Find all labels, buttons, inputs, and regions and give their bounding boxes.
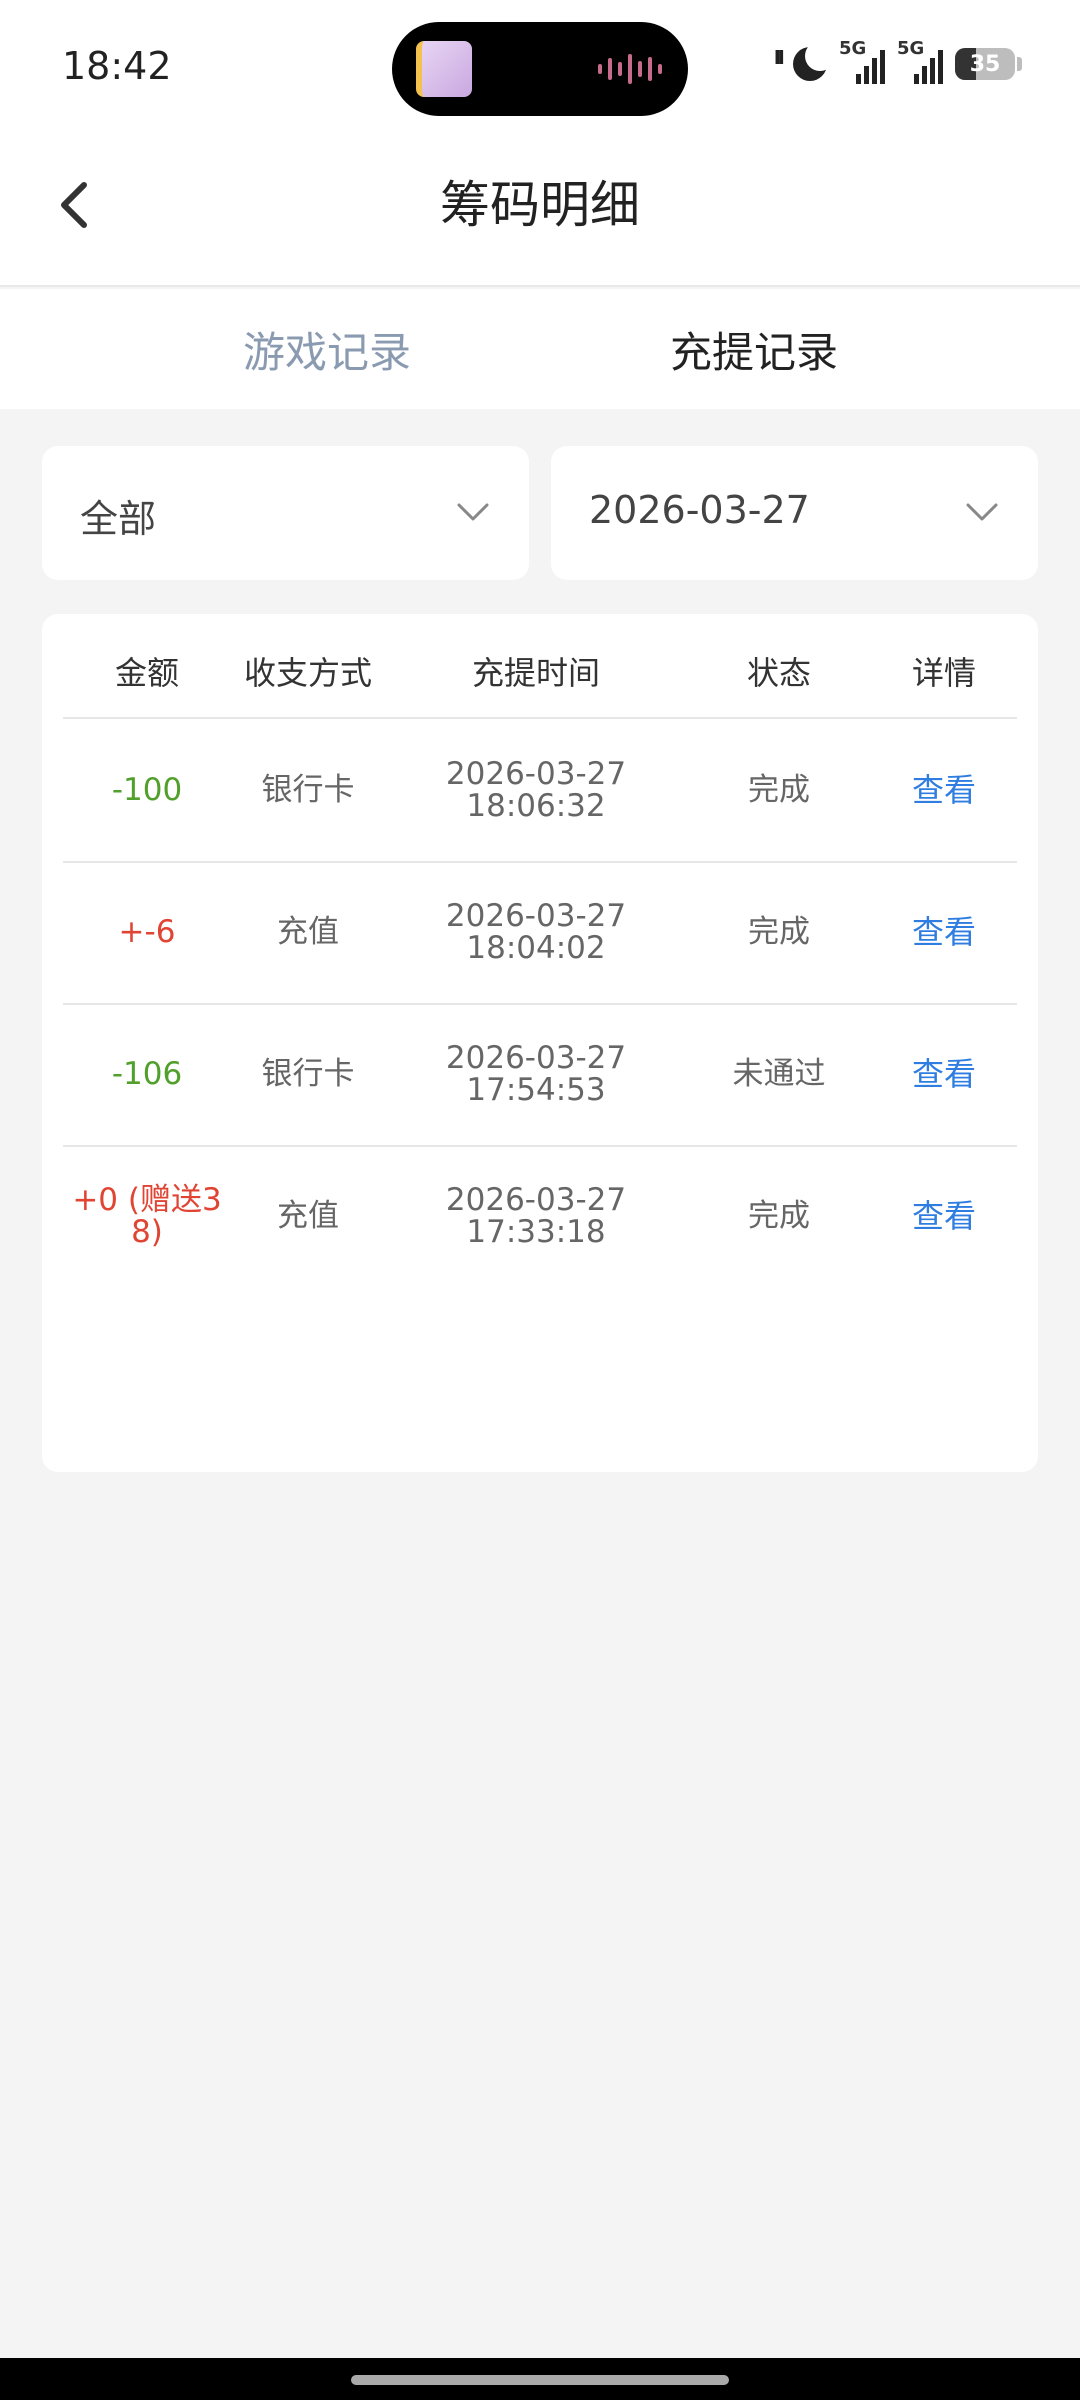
- date-filter-value: 2026-03-27: [589, 488, 810, 532]
- time-text: 17:54:53: [466, 1072, 606, 1108]
- date-text: 2026-03-27: [445, 1040, 627, 1076]
- table-row: +0 (赠送38) 充值 2026-03-27 17:33:18 完成 查看: [42, 1145, 1038, 1287]
- battery-tip: [1017, 57, 1022, 71]
- table-header: 金额 收支方式 充提时间 状态 详情: [42, 614, 1038, 718]
- amount-cell: -106: [111, 1056, 183, 1092]
- time-text: 18:06:32: [466, 788, 606, 824]
- method-cell: 银行卡: [261, 772, 355, 808]
- page-header: 筹码明细: [0, 135, 1080, 287]
- do-not-disturb-icon: [793, 41, 835, 81]
- amount-cell: -100: [111, 772, 183, 808]
- column-header-method: 收支方式: [243, 654, 373, 692]
- media-thumbnail: [416, 41, 472, 97]
- column-header-status: 状态: [746, 654, 812, 692]
- home-indicator[interactable]: [351, 2375, 729, 2385]
- status-cell: 完成: [748, 772, 810, 808]
- amount-cell: +0 (赠送38): [72, 1182, 222, 1250]
- datetime-cell: 2026-03-27 17:54:53: [446, 1042, 626, 1106]
- datetime-cell: 2026-03-27 18:04:02: [446, 900, 626, 964]
- method-cell: 充值: [277, 1198, 339, 1234]
- dynamic-island[interactable]: [392, 22, 688, 116]
- time-text: 18:04:02: [466, 930, 606, 966]
- status-cell: 完成: [748, 914, 810, 950]
- type-filter-value: 全部: [80, 497, 157, 541]
- time-text: 17:33:18: [466, 1214, 606, 1250]
- status-time: 18:42: [62, 44, 172, 88]
- date-text: 2026-03-27: [445, 898, 627, 934]
- record-tabs: 游戏记录 充提记录: [0, 289, 1080, 409]
- method-cell: 充值: [277, 914, 339, 950]
- view-detail-link[interactable]: 查看: [912, 1200, 976, 1232]
- column-header-time: 充提时间: [471, 654, 601, 692]
- date-filter-dropdown[interactable]: 2026-03-27: [551, 446, 1038, 580]
- view-detail-link[interactable]: 查看: [912, 1058, 976, 1090]
- table-row: -106 银行卡 2026-03-27 17:54:53 未通过 查看: [42, 1003, 1038, 1145]
- column-header-detail: 详情: [911, 654, 977, 692]
- status-bar: 18:42 ᑊᑊ 5G 5G 35: [0, 0, 1080, 135]
- type-filter-dropdown[interactable]: 全部: [42, 446, 529, 580]
- method-cell: 银行卡: [261, 1056, 355, 1092]
- table-row: +-6 充值 2026-03-27 18:04:02 完成 查看: [42, 861, 1038, 1003]
- date-text: 2026-03-27: [445, 1182, 627, 1218]
- signal-icon-2: 5G: [897, 38, 943, 84]
- audio-wave-icon: [598, 52, 662, 86]
- records-table: 金额 收支方式 充提时间 状态 详情 -100 银行卡 2026-03-27 1…: [42, 614, 1038, 1472]
- page-title: 筹码明细: [440, 176, 640, 234]
- status-cell: 未通过: [732, 1056, 826, 1092]
- column-header-amount: 金额: [114, 654, 180, 692]
- chevron-down-icon: [457, 503, 489, 521]
- datetime-cell: 2026-03-27 17:33:18: [446, 1184, 626, 1248]
- earbuds-icon: ᑊᑊ: [773, 44, 784, 84]
- date-text: 2026-03-27: [445, 756, 627, 792]
- chevron-down-icon: [966, 503, 998, 521]
- view-detail-link[interactable]: 查看: [912, 774, 976, 806]
- tab-recharge-records[interactable]: 充提记录: [670, 319, 838, 380]
- datetime-cell: 2026-03-27 18:06:32: [446, 758, 626, 822]
- status-icons: ᑊᑊ 5G 5G 35: [773, 38, 1022, 84]
- view-detail-link[interactable]: 查看: [912, 916, 976, 948]
- system-nav-bar: [0, 2358, 1080, 2400]
- amount-cell: +-6: [118, 914, 176, 950]
- status-cell: 完成: [748, 1198, 810, 1234]
- tab-game-records[interactable]: 游戏记录: [243, 319, 411, 380]
- battery-icon: 35: [955, 48, 1015, 80]
- signal-icon-1: 5G: [839, 38, 885, 84]
- table-row: -100 银行卡 2026-03-27 18:06:32 完成 查看: [42, 719, 1038, 861]
